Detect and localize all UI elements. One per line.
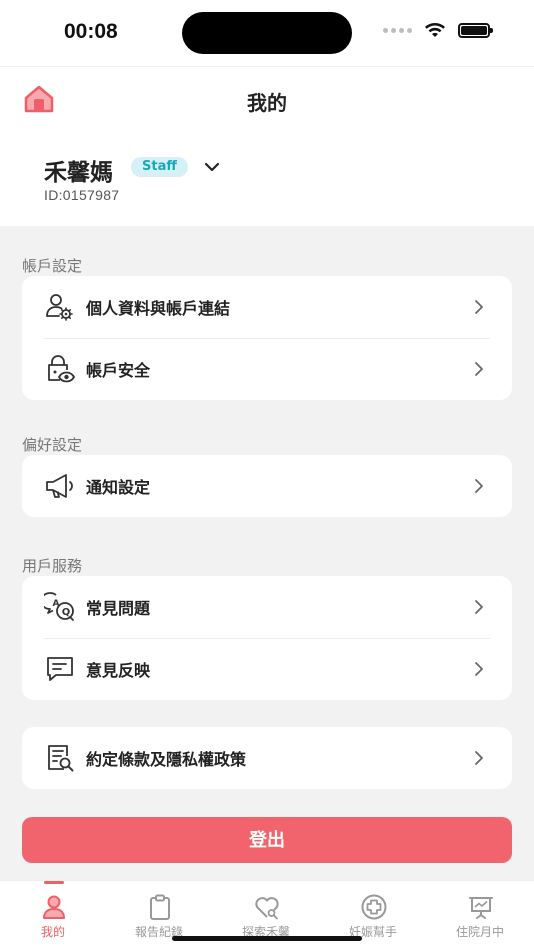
logout-button[interactable]: 登出 bbox=[22, 817, 512, 863]
list-item-faq[interactable]: A Q 常見問題 bbox=[22, 576, 512, 638]
tab-label: 住院月中 bbox=[455, 925, 504, 939]
user-settings-icon bbox=[46, 294, 73, 321]
status-bar: 00:08 bbox=[0, 0, 534, 66]
list-item-label: 個人資料與帳戶連結 bbox=[86, 299, 231, 318]
tab-maternity-stay[interactable]: 住院月中 bbox=[427, 881, 533, 950]
chevron-right-icon bbox=[475, 479, 483, 493]
list-item-label: 約定條款及隱私權政策 bbox=[86, 750, 247, 769]
person-icon bbox=[43, 895, 65, 919]
presentation-icon bbox=[469, 897, 493, 919]
list-item-label: 常見問題 bbox=[86, 599, 151, 618]
tab-label: 我的 bbox=[40, 925, 65, 939]
list-item-feedback[interactable]: 意見反映 bbox=[22, 638, 512, 700]
svg-text:Q: Q bbox=[62, 607, 71, 618]
terms-card: 約定條款及隱私權政策 bbox=[22, 727, 512, 789]
wifi-icon bbox=[425, 23, 445, 37]
chevron-right-icon bbox=[475, 300, 483, 314]
chevron-right-icon bbox=[475, 362, 483, 376]
list-item-label: 帳戶安全 bbox=[86, 361, 151, 380]
list-item-profile-link[interactable]: 個人資料與帳戶連結 bbox=[22, 276, 512, 338]
section-title-user-service: 用戶服務 bbox=[22, 557, 83, 575]
list-item-label: 意見反映 bbox=[86, 661, 151, 680]
list-item-label: 通知設定 bbox=[86, 478, 151, 497]
megaphone-icon bbox=[46, 474, 73, 498]
home-indicator[interactable] bbox=[172, 936, 362, 941]
faq-bubbles-icon: A Q bbox=[44, 592, 74, 621]
user-name: 禾馨媽 bbox=[44, 160, 113, 186]
user-id: ID:0157987 bbox=[44, 187, 120, 203]
signal-dots-icon bbox=[383, 27, 412, 33]
clipboard-icon bbox=[150, 894, 170, 920]
lock-eye-icon bbox=[48, 355, 76, 383]
profile-header: 我的 禾馨媽 Staff ID:0157987 bbox=[0, 66, 534, 226]
chevron-right-icon bbox=[475, 662, 483, 676]
status-icons bbox=[383, 22, 493, 38]
message-icon bbox=[47, 657, 73, 681]
tab-my[interactable]: 我的 bbox=[0, 881, 106, 950]
preferences-card: 通知設定 bbox=[22, 455, 512, 517]
chevron-right-icon bbox=[475, 751, 483, 765]
heart-search-icon bbox=[255, 897, 279, 920]
page-title: 我的 bbox=[247, 91, 287, 115]
active-tab-indicator bbox=[44, 881, 64, 884]
list-item-terms-privacy[interactable]: 約定條款及隱私權政策 bbox=[22, 727, 512, 789]
section-title-account: 帳戶設定 bbox=[22, 257, 83, 275]
staff-badge: Staff bbox=[131, 157, 188, 177]
user-service-card: A Q 常見問題 意見反映 bbox=[22, 576, 512, 700]
list-item-account-security[interactable]: 帳戶安全 bbox=[22, 338, 512, 400]
chevron-right-icon bbox=[475, 600, 483, 614]
section-title-preferences: 偏好設定 bbox=[22, 436, 83, 454]
status-time: 00:08 bbox=[64, 20, 118, 43]
battery-icon bbox=[458, 22, 493, 38]
dynamic-island bbox=[182, 12, 352, 54]
list-item-notification-settings[interactable]: 通知設定 bbox=[22, 455, 512, 517]
chevron-down-icon[interactable] bbox=[203, 160, 221, 174]
account-settings-card: 個人資料與帳戶連結 帳戶安全 bbox=[22, 276, 512, 400]
document-search-icon bbox=[48, 745, 74, 772]
medical-cross-icon bbox=[361, 894, 387, 920]
